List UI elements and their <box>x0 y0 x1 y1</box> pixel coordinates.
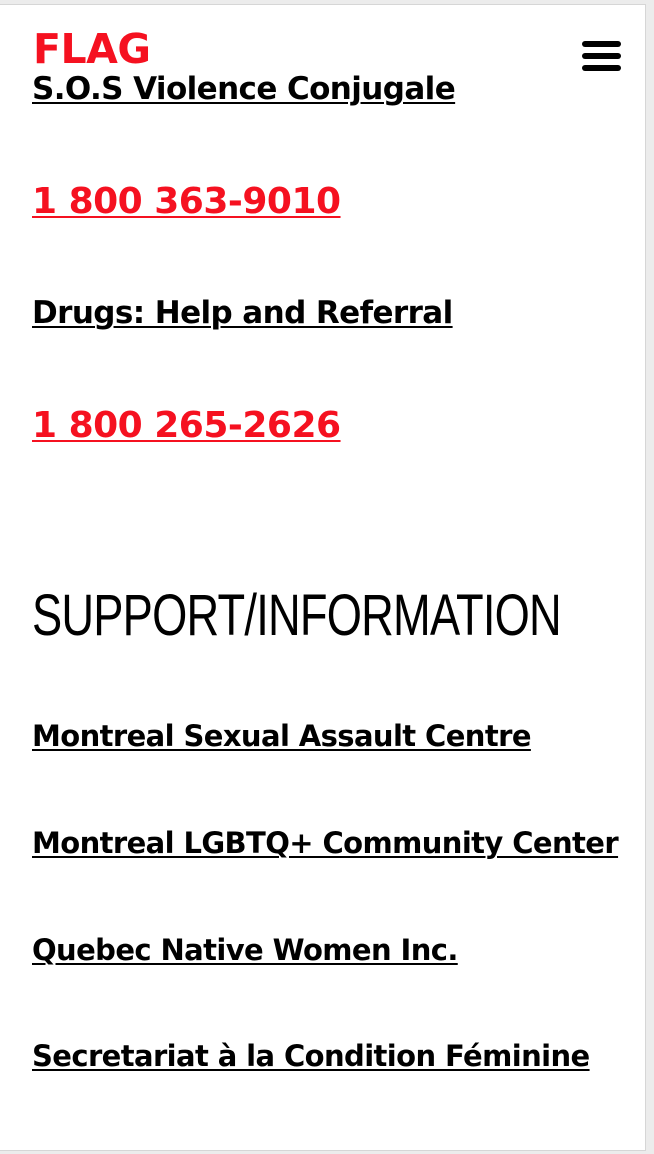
hotline-phone-drugs-help-and-referral[interactable]: 1 800 265-2626 <box>32 406 341 446</box>
hamburger-menu-icon-bar <box>582 53 621 59</box>
support-link-quebec-native-women[interactable]: Quebec Native Women Inc. <box>32 934 458 967</box>
page: S.O.S Violence Conjugale FLAG 1 800 363-… <box>0 4 646 1151</box>
support-link-montreal-lgbtq-community-center[interactable]: Montreal LGBTQ+ Community Center <box>32 827 619 860</box>
hotline-phone-sos-violence-conjugale[interactable]: 1 800 363-9010 <box>32 182 341 222</box>
support-link-montreal-sexual-assault-centre[interactable]: Montreal Sexual Assault Centre <box>32 720 531 753</box>
hamburger-menu-button[interactable] <box>582 41 622 73</box>
support-information-heading: SUPPORT/INFORMATION <box>32 583 562 648</box>
flag-logo[interactable]: FLAG <box>33 29 151 70</box>
hotline-link-sos-violence-conjugale[interactable]: S.O.S Violence Conjugale <box>32 72 456 106</box>
support-link-secretariat-condition-feminine[interactable]: Secretariat à la Condition Féminine <box>32 1040 590 1073</box>
hamburger-menu-icon-bar <box>582 65 621 71</box>
hotline-link-drugs-help-and-referral[interactable]: Drugs: Help and Referral <box>32 296 453 330</box>
hamburger-menu-icon <box>582 41 621 47</box>
